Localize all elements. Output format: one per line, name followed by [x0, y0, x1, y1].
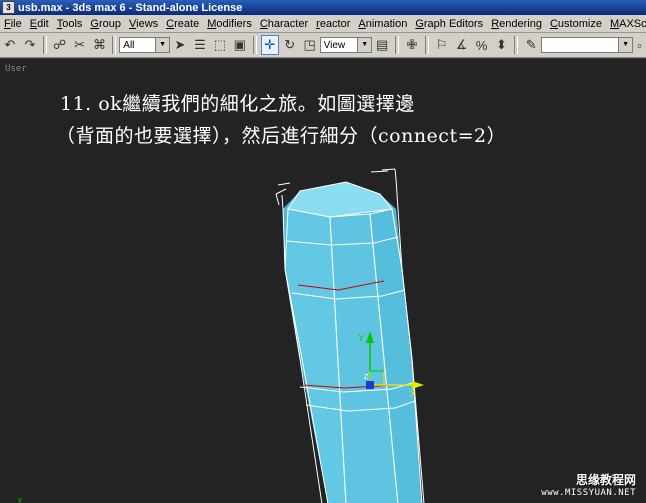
toolbar-separator: [395, 36, 399, 54]
chevron-down-icon: ▼: [155, 38, 170, 52]
axis-label-z: Z: [364, 374, 369, 381]
menu-item-label-rest: eactor: [319, 17, 351, 30]
toolbar-extra-icon[interactable]: ▫: [634, 35, 645, 55]
main-toolbar: ↶ ↷ ☍ ✂ ⌘ All ▼ ➤ ☰ ⬚ ▣ ✛ ↻ ◳ View ▼ ▤ ✙…: [0, 33, 646, 58]
menu-item-accelerator: M: [609, 17, 620, 30]
cylinder-mesh[interactable]: [281, 178, 425, 503]
menu-item-label-rest: raph Editors: [423, 17, 484, 30]
menu-item-animation[interactable]: Animation: [354, 18, 411, 30]
select-and-move-icon[interactable]: ✛: [260, 35, 279, 55]
menu-item-label-rest: odifiers: [216, 17, 252, 30]
menu-item-label-rest: ile: [10, 17, 22, 30]
bind-space-warp-icon[interactable]: ⌘: [91, 35, 109, 55]
menu-item-customize[interactable]: Customize: [546, 18, 606, 30]
menu-item-accelerator: A: [358, 17, 366, 30]
menu-item-file[interactable]: File: [0, 18, 26, 30]
menu-item-edit[interactable]: Edit: [26, 18, 53, 30]
menu-item-accelerator: M: [207, 17, 217, 30]
3ds-max-app-icon[interactable]: 3: [2, 1, 15, 14]
menu-item-label-rest: ools: [62, 17, 83, 30]
watermark: 思缘教程网 www.MISSYUAN.NET: [541, 471, 636, 498]
window-title: usb.max - 3ds max 6 - Stand-alone Licens…: [18, 1, 243, 14]
reference-coordinate-dropdown[interactable]: View ▼: [319, 37, 373, 53]
menu-item-accelerator: F: [4, 17, 11, 30]
title-bar: 3 usb.max - 3ds max 6 - Stand-alone Lice…: [0, 0, 646, 15]
window-crossing-icon[interactable]: ▣: [231, 35, 249, 55]
select-and-link-icon[interactable]: ☍: [51, 35, 69, 55]
menu-item-label-rest: reate: [174, 17, 200, 30]
menu-item-label-rest: AXScript: [619, 17, 646, 30]
menu-item-create[interactable]: Create: [162, 18, 203, 30]
menu-item-modifiers[interactable]: Modifiers: [203, 18, 256, 30]
selection-filter-value: All: [123, 39, 135, 51]
menu-item-label-rest: nimation: [365, 17, 408, 30]
toolbar-separator: [514, 36, 519, 54]
select-by-name-icon[interactable]: ☰: [191, 35, 209, 55]
menu-bar: File Edit Tools Group Views Create Modifiers Ch…: [0, 15, 646, 33]
select-object-icon[interactable]: ➤: [171, 35, 189, 55]
menu-item-character[interactable]: Character: [256, 18, 312, 30]
menu-item-tools[interactable]: Tools: [53, 18, 87, 30]
menu-item-accelerator: C: [549, 17, 558, 30]
snap-toggle-icon[interactable]: ⚐: [433, 35, 451, 55]
unlink-icon[interactable]: ✂: [71, 35, 89, 55]
rectangular-selection-icon[interactable]: ⬚: [211, 35, 229, 55]
redo-icon[interactable]: ↷: [21, 35, 39, 55]
use-pivot-center-icon[interactable]: ▤: [373, 35, 391, 55]
menu-item-label-rest: roup: [98, 17, 121, 30]
menu-item-accelerator: G: [415, 17, 424, 30]
chevron-down-icon: ▼: [357, 38, 372, 52]
menu-item-views[interactable]: Views: [125, 18, 162, 30]
angle-snap-icon[interactable]: ∡: [453, 35, 471, 55]
edit-named-selection-icon[interactable]: ✎: [522, 35, 540, 55]
watermark-chinese: 思缘教程网: [575, 473, 636, 487]
menu-item-label-rest: endering: [499, 17, 542, 30]
menu-item-accelerator: R: [491, 17, 500, 30]
toolbar-separator: [112, 36, 117, 54]
menu-item-group[interactable]: Group: [86, 18, 125, 30]
menu-item-label-rest: dit: [37, 17, 49, 30]
menu-item-label-rest: iews: [136, 17, 159, 30]
axis-label-y: Y: [358, 333, 364, 343]
undo-icon[interactable]: ↶: [1, 35, 19, 55]
viewport-scene: Y Z X y: [18, 168, 425, 503]
select-and-scale-icon[interactable]: ◳: [301, 35, 319, 55]
menu-item-rendering[interactable]: Rendering: [487, 18, 546, 30]
select-and-manipulate-icon[interactable]: ✙: [403, 35, 421, 55]
select-and-rotate-icon[interactable]: ↻: [281, 35, 299, 55]
axis-label-x: X: [410, 389, 416, 399]
3ds-max-window: 3 usb.max - 3ds max 6 - Stand-alone Lice…: [0, 0, 646, 503]
user-viewport[interactable]: User 11. ok繼續我們的細化之旅。如圖選擇邊 （背面的也要選擇），然后進…: [0, 58, 646, 503]
toolbar-separator: [42, 36, 47, 54]
menu-item-reactor[interactable]: reactor: [312, 18, 354, 30]
named-selection-dropdown[interactable]: ▼: [541, 37, 634, 53]
menu-item-accelerator: C: [259, 17, 268, 30]
selection-filter-dropdown[interactable]: All ▼: [119, 37, 171, 53]
menu-item-label-rest: haracter: [267, 17, 309, 30]
menu-item-graph-editors[interactable]: Graph Editors: [411, 18, 487, 30]
corner-axis-y: y: [18, 495, 22, 503]
percent-snap-icon[interactable]: %: [473, 35, 491, 55]
menu-item-accelerator: G: [90, 17, 99, 30]
menu-item-accelerator: C: [166, 17, 175, 30]
toolbar-separator: [424, 36, 429, 54]
menu-item-label-rest: ustomize: [557, 17, 602, 30]
spinner-snap-icon[interactable]: ⬍: [492, 35, 510, 55]
toolbar-separator: [252, 36, 257, 54]
menu-item-accelerator: E: [29, 17, 38, 30]
watermark-url: www.MISSYUAN.NET: [541, 488, 636, 498]
reference-coordinate-value: View: [323, 39, 346, 51]
menu-item-maxscript[interactable]: MAXScript: [606, 18, 646, 30]
chevron-down-icon: ▼: [618, 38, 633, 52]
